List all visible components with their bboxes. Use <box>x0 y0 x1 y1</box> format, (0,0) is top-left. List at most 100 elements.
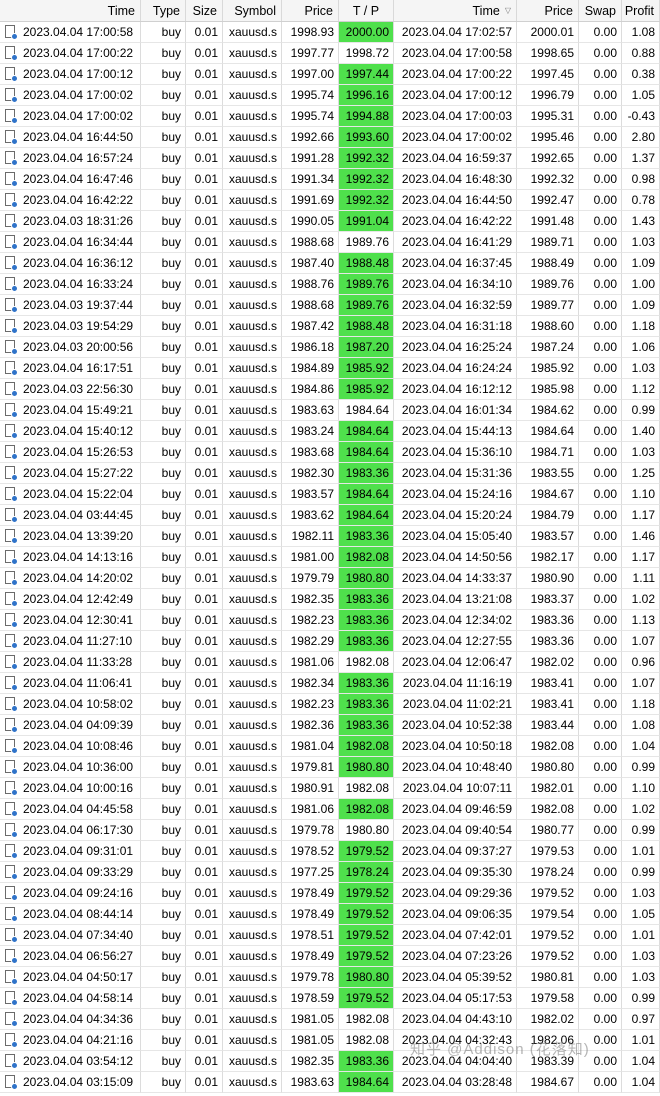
table-row[interactable]: 2023.04.04 10:58:02 buy 0.01 xauusd.s 1982.2… <box>0 694 660 715</box>
cell-type-value: buy <box>161 508 181 522</box>
table-row[interactable]: 2023.04.04 16:36:12 buy 0.01 xauusd.s 1987.4… <box>0 253 660 274</box>
table-row[interactable]: 2023.04.04 09:33:29 buy 0.01 xauusd.s 1977.2… <box>0 862 660 883</box>
table-row[interactable]: 2023.04.04 12:42:49 buy 0.01 xauusd.s 1982.3… <box>0 589 660 610</box>
cell-type-value: buy <box>161 130 181 144</box>
cell-profit-value: 1.03 <box>631 361 655 375</box>
cell-profit: 0.96 <box>622 652 660 673</box>
table-row[interactable]: 2023.04.04 15:26:53 buy 0.01 xauusd.s 1983.6… <box>0 442 660 463</box>
cell-close-time-value: 2023.04.04 11:02:21 <box>402 697 512 711</box>
table-row[interactable]: 2023.04.04 16:33:24 buy 0.01 xauusd.s 1988.7… <box>0 274 660 295</box>
cell-open-time: 2023.04.04 16:42:22 <box>0 190 141 211</box>
col-header-size[interactable]: Size <box>186 0 223 21</box>
table-row[interactable]: 2023.04.04 04:34:36 buy 0.01 xauusd.s 1981.0… <box>0 1009 660 1030</box>
table-row[interactable]: 2023.04.04 09:31:01 buy 0.01 xauusd.s 1978.5… <box>0 841 660 862</box>
table-row[interactable]: 2023.04.04 13:39:20 buy 0.01 xauusd.s 1982.1… <box>0 526 660 547</box>
table-row[interactable]: 2023.04.03 19:37:44 buy 0.01 xauusd.s 1988.6… <box>0 295 660 316</box>
table-row[interactable]: 2023.04.04 11:27:10 buy 0.01 xauusd.s 1982.2… <box>0 631 660 652</box>
table-row[interactable]: 2023.04.04 09:24:16 buy 0.01 xauusd.s 1978.4… <box>0 883 660 904</box>
cell-profit: 1.07 <box>622 631 660 652</box>
cell-type-value: buy <box>161 382 181 396</box>
table-row[interactable]: 2023.04.04 17:00:02 buy 0.01 xauusd.s 1995.7… <box>0 85 660 106</box>
table-row[interactable]: 2023.04.04 14:13:16 buy 0.01 xauusd.s 1981.0… <box>0 547 660 568</box>
cell-profit-value: 1.05 <box>631 88 655 102</box>
cell-open-price: 1997.77 <box>282 43 339 64</box>
table-row[interactable]: 2023.04.04 14:20:02 buy 0.01 xauusd.s 1979.7… <box>0 568 660 589</box>
table-row[interactable]: 2023.04.04 06:56:27 buy 0.01 xauusd.s 1978.4… <box>0 946 660 967</box>
table-row[interactable]: 2023.04.04 07:34:40 buy 0.01 xauusd.s 1978.5… <box>0 925 660 946</box>
cell-size: 0.01 <box>186 379 223 400</box>
table-row[interactable]: 2023.04.04 04:50:17 buy 0.01 xauusd.s 1979.7… <box>0 967 660 988</box>
table-row[interactable]: 2023.04.04 12:30:41 buy 0.01 xauusd.s 1982.2… <box>0 610 660 631</box>
table-row[interactable]: 2023.04.04 16:57:24 buy 0.01 xauusd.s 1991.2… <box>0 148 660 169</box>
table-row[interactable]: 2023.04.04 15:40:12 buy 0.01 xauusd.s 1983.2… <box>0 421 660 442</box>
table-row[interactable]: 2023.04.03 19:54:29 buy 0.01 xauusd.s 1987.4… <box>0 316 660 337</box>
table-row[interactable]: 2023.04.04 16:47:46 buy 0.01 xauusd.s 1991.3… <box>0 169 660 190</box>
cell-close-time-value: 2023.04.04 09:29:36 <box>401 886 512 900</box>
cell-close-price: 1982.08 <box>517 799 579 820</box>
col-header-label: Swap <box>584 3 616 18</box>
table-row[interactable]: 2023.04.04 03:44:45 buy 0.01 xauusd.s 1983.6… <box>0 505 660 526</box>
cell-profit: 1.46 <box>622 526 660 547</box>
cell-open-price: 1978.49 <box>282 946 339 967</box>
col-header-close-price[interactable]: Price <box>517 0 579 21</box>
table-row[interactable]: 2023.04.04 10:36:00 buy 0.01 xauusd.s 1979.8… <box>0 757 660 778</box>
cell-symbol-value: xauusd.s <box>228 760 277 774</box>
table-row[interactable]: 2023.04.04 17:00:02 buy 0.01 xauusd.s 1995.7… <box>0 106 660 127</box>
table-row[interactable]: 2023.04.03 22:56:30 buy 0.01 xauusd.s 1984.8… <box>0 379 660 400</box>
table-row[interactable]: 2023.04.04 17:00:12 buy 0.01 xauusd.s 1997.0… <box>0 64 660 85</box>
table-row[interactable]: 2023.04.04 16:44:50 buy 0.01 xauusd.s 1992.6… <box>0 127 660 148</box>
table-row[interactable]: 2023.04.04 06:17:30 buy 0.01 xauusd.s 1979.7… <box>0 820 660 841</box>
cell-swap: 0.00 <box>579 253 622 274</box>
cell-open-price: 1997.00 <box>282 64 339 85</box>
col-header-open-price[interactable]: Price <box>282 0 339 21</box>
cell-open-price: 1991.34 <box>282 169 339 190</box>
col-header-swap[interactable]: Swap <box>579 0 622 21</box>
col-header-close-time[interactable]: Time ▽ <box>394 0 517 21</box>
cell-take-profit-value: 1979.52 <box>345 949 389 963</box>
cell-swap: 0.00 <box>579 778 622 799</box>
cell-open-time: 2023.04.04 03:54:12 <box>0 1051 141 1072</box>
cell-profit: 1.05 <box>622 904 660 925</box>
col-header-open-time[interactable]: Time <box>0 0 141 21</box>
table-row[interactable]: 2023.04.04 16:42:22 buy 0.01 xauusd.s 1991.6… <box>0 190 660 211</box>
cell-type-value: buy <box>161 865 181 879</box>
table-row[interactable]: 2023.04.03 18:31:26 buy 0.01 xauusd.s 1990.0… <box>0 211 660 232</box>
table-row[interactable]: 2023.04.04 11:33:28 buy 0.01 xauusd.s 1981.0… <box>0 652 660 673</box>
table-row[interactable]: 2023.04.04 10:08:46 buy 0.01 xauusd.s 1981.0… <box>0 736 660 757</box>
cell-profit-value: 1.17 <box>631 508 655 522</box>
table-row[interactable]: 2023.04.04 04:45:58 buy 0.01 xauusd.s 1981.0… <box>0 799 660 820</box>
table-row[interactable]: 2023.04.04 15:27:22 buy 0.01 xauusd.s 1982.3… <box>0 463 660 484</box>
cell-close-price: 1979.54 <box>517 904 579 925</box>
table-row[interactable]: 2023.04.04 15:49:21 buy 0.01 xauusd.s 1983.6… <box>0 400 660 421</box>
table-row[interactable]: 2023.04.04 11:06:41 buy 0.01 xauusd.s 1982.3… <box>0 673 660 694</box>
cell-open-price: 1983.24 <box>282 421 339 442</box>
col-header-type[interactable]: Type <box>141 0 186 21</box>
col-header-take-profit[interactable]: T / P <box>339 0 394 21</box>
cell-symbol: xauusd.s <box>223 589 282 610</box>
cell-swap-value: 0.00 <box>593 928 617 942</box>
table-row[interactable]: 2023.04.04 03:15:09 buy 0.01 xauusd.s 1983.6… <box>0 1072 660 1093</box>
table-row[interactable]: 2023.04.04 17:00:22 buy 0.01 xauusd.s 1997.7… <box>0 43 660 64</box>
cell-swap-value: 0.00 <box>593 403 617 417</box>
table-row[interactable]: 2023.04.04 16:34:44 buy 0.01 xauusd.s 1988.6… <box>0 232 660 253</box>
cell-swap: 0.00 <box>579 652 622 673</box>
cell-type: buy <box>141 253 186 274</box>
cell-open-price: 1986.18 <box>282 337 339 358</box>
cell-close-time-value: 2023.04.04 04:43:10 <box>401 1012 512 1026</box>
cell-type: buy <box>141 442 186 463</box>
table-row[interactable]: 2023.04.04 17:00:58 buy 0.01 xauusd.s 1998.9… <box>0 22 660 43</box>
table-row[interactable]: 2023.04.04 16:17:51 buy 0.01 xauusd.s 1984.8… <box>0 358 660 379</box>
col-header-symbol[interactable]: Symbol <box>223 0 282 21</box>
table-row[interactable]: 2023.04.04 04:58:14 buy 0.01 xauusd.s 1978.5… <box>0 988 660 1009</box>
cell-close-price-value: 1992.47 <box>530 193 574 207</box>
col-header-profit[interactable]: Profit <box>622 0 660 21</box>
table-row[interactable]: 2023.04.04 10:00:16 buy 0.01 xauusd.s 1980.9… <box>0 778 660 799</box>
table-row[interactable]: 2023.04.04 08:44:14 buy 0.01 xauusd.s 1978.4… <box>0 904 660 925</box>
cell-take-profit-value: 1989.76 <box>345 235 389 249</box>
cell-symbol: xauusd.s <box>223 274 282 295</box>
table-row[interactable]: 2023.04.04 15:22:04 buy 0.01 xauusd.s 1983.5… <box>0 484 660 505</box>
cell-type-value: buy <box>161 718 181 732</box>
cell-open-price-value: 1995.74 <box>290 109 334 123</box>
table-row[interactable]: 2023.04.04 04:09:39 buy 0.01 xauusd.s 1982.3… <box>0 715 660 736</box>
table-row[interactable]: 2023.04.03 20:00:56 buy 0.01 xauusd.s 1986.1… <box>0 337 660 358</box>
